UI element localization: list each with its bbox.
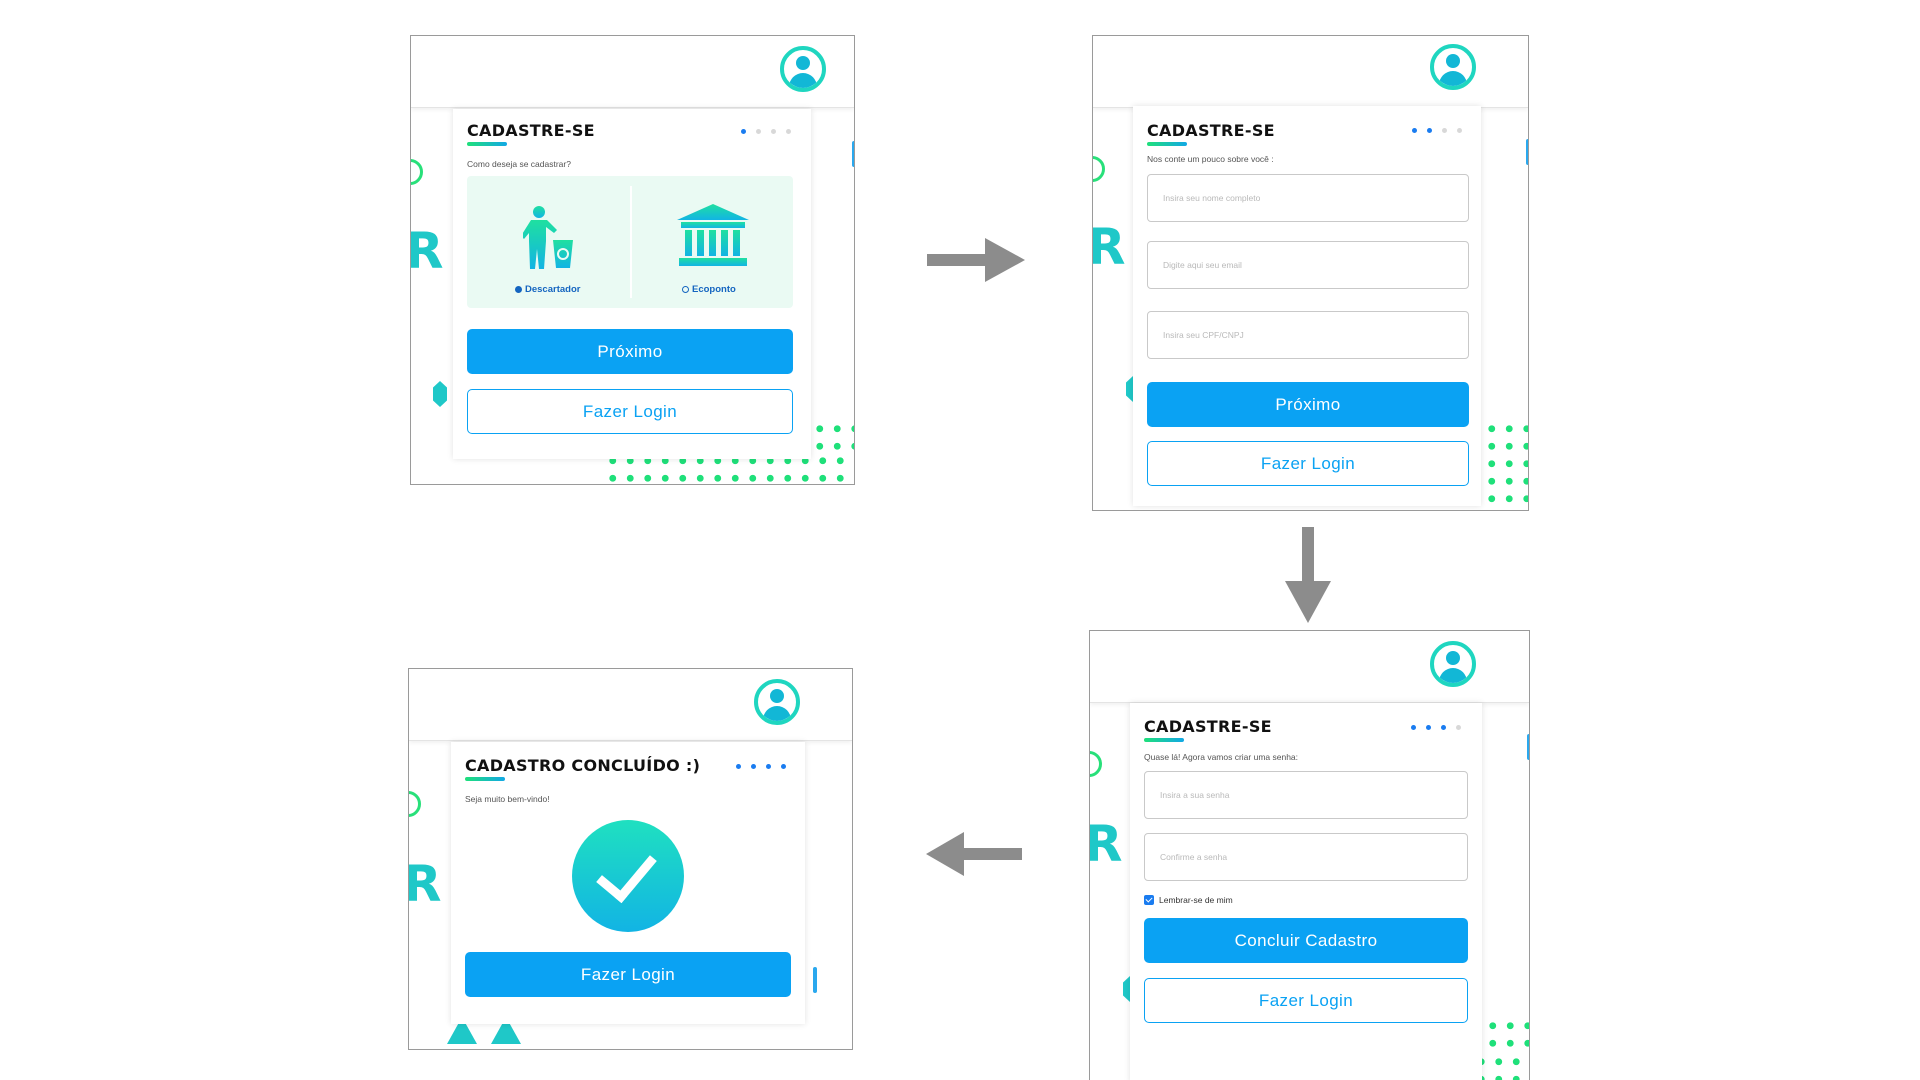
user-avatar-icon[interactable] [1430, 44, 1476, 90]
top-bar [409, 669, 852, 741]
step-dot [756, 129, 761, 134]
decorative-ring [411, 159, 423, 185]
step-dot [771, 129, 776, 134]
login-button[interactable]: Fazer Login [1144, 978, 1468, 1023]
next-button[interactable]: Próximo [467, 329, 793, 374]
step-dot [1456, 725, 1461, 730]
option-descartador[interactable]: Descartador [467, 176, 630, 308]
dot-pattern [1484, 1017, 1529, 1057]
top-bar [1090, 631, 1529, 703]
dot-pattern [811, 420, 854, 460]
user-avatar-icon[interactable] [1430, 641, 1476, 687]
step-dot [1411, 725, 1416, 730]
step-indicator [736, 764, 786, 769]
title-underline [1144, 738, 1184, 742]
confirm-password-input[interactable]: Confirme a senha [1144, 833, 1468, 881]
option-label: Ecoponto [692, 284, 736, 295]
title-underline [1147, 142, 1187, 146]
step-indicator [741, 129, 791, 134]
logo-fragment: R [411, 226, 444, 276]
user-avatar-icon[interactable] [780, 46, 826, 92]
step-dot [751, 764, 756, 769]
register-card: CADASTRE-SE Nos conte um pouco sobre voc… [1133, 106, 1481, 506]
title-underline [467, 142, 507, 146]
password-input[interactable]: Insira a sua senha [1144, 771, 1468, 819]
card-subtitle: Nos conte um pouco sobre você : [1147, 154, 1274, 164]
person-trash-icon [523, 206, 573, 269]
arrow-left-icon [926, 832, 1022, 876]
title-underline [465, 777, 505, 781]
name-input[interactable]: Insira seu nome completo [1147, 174, 1469, 222]
user-type-selector: Descartador Ecoponto [467, 176, 793, 308]
login-button[interactable]: Fazer Login [465, 952, 791, 997]
card-title: CADASTRO CONCLUÍDO :) [465, 756, 701, 775]
screen-register-complete: R CADASTRO CONCLUÍDO :) Seja muito bem-v… [408, 668, 853, 1050]
logo-fragment: R [1090, 819, 1123, 869]
register-complete-card: CADASTRO CONCLUÍDO :) Seja muito bem-vin… [451, 742, 805, 1024]
step-dot [1457, 128, 1462, 133]
screen-register-info: R CADASTRE-SE Nos conte um pouco sobre v… [1092, 35, 1529, 511]
card-title: CADASTRE-SE [467, 121, 595, 140]
step-dot [1442, 128, 1447, 133]
register-card: CADASTRE-SE Quase lá! Agora vamos criar … [1130, 703, 1482, 1080]
finish-register-button[interactable]: Concluir Cadastro [1144, 918, 1468, 963]
step-dot [1441, 725, 1446, 730]
card-title: CADASTRE-SE [1144, 717, 1272, 736]
step-dot [781, 764, 786, 769]
user-avatar-icon[interactable] [754, 679, 800, 725]
step-indicator [1411, 725, 1461, 730]
email-input[interactable]: Digite aqui seu email [1147, 241, 1469, 289]
card-subtitle: Como deseja se cadastrar? [467, 159, 571, 169]
top-bar [1093, 36, 1528, 108]
dot-pattern [1483, 420, 1528, 510]
radio-selected-icon [515, 286, 522, 293]
register-card: CADASTRE-SE Como deseja se cadastrar? De… [453, 109, 811, 459]
step-dot [766, 764, 771, 769]
card-subtitle: Quase lá! Agora vamos criar uma senha: [1144, 752, 1299, 762]
remember-me-label: Lembrar-se de mim [1159, 895, 1233, 905]
screen-register-password: R CADASTRE-SE Quase lá! Agora vamos cria… [1089, 630, 1530, 1080]
step-dot [1412, 128, 1417, 133]
document-input[interactable]: Insira seu CPF/CNPJ [1147, 311, 1469, 359]
step-indicator [1412, 128, 1462, 133]
radio-unselected-icon [682, 286, 689, 293]
arrow-right-icon [927, 238, 1025, 282]
login-button[interactable]: Fazer Login [1147, 441, 1469, 486]
bank-building-icon [677, 204, 749, 266]
decorative-bar [852, 141, 854, 167]
step-dot [741, 129, 746, 134]
logo-fragment: R [409, 859, 442, 909]
decorative-ring [1090, 751, 1102, 777]
step-dot [786, 129, 791, 134]
logo-fragment: R [1093, 222, 1126, 272]
screen-register-choice: R CADASTRE-SE Como deseja se cadastrar? [410, 35, 855, 485]
decorative-bar [1527, 734, 1529, 760]
top-bar [411, 36, 854, 108]
step-dot [1426, 725, 1431, 730]
next-button[interactable]: Próximo [1147, 382, 1469, 427]
step-dot [1427, 128, 1432, 133]
decorative-bar [813, 967, 817, 993]
login-button[interactable]: Fazer Login [467, 389, 793, 434]
decorative-bar [1526, 139, 1528, 165]
remember-me-checkbox[interactable] [1144, 895, 1154, 905]
success-check-icon [572, 820, 684, 932]
decorative-ring [1093, 156, 1105, 182]
option-ecoponto[interactable]: Ecoponto [632, 176, 793, 308]
decorative-hexagon [433, 381, 447, 407]
step-dot [736, 764, 741, 769]
arrow-down-icon [1285, 527, 1331, 623]
card-subtitle: Seja muito bem-vindo! [465, 794, 550, 804]
card-title: CADASTRE-SE [1147, 121, 1275, 140]
option-label: Descartador [525, 284, 581, 295]
decorative-ring [409, 791, 421, 817]
